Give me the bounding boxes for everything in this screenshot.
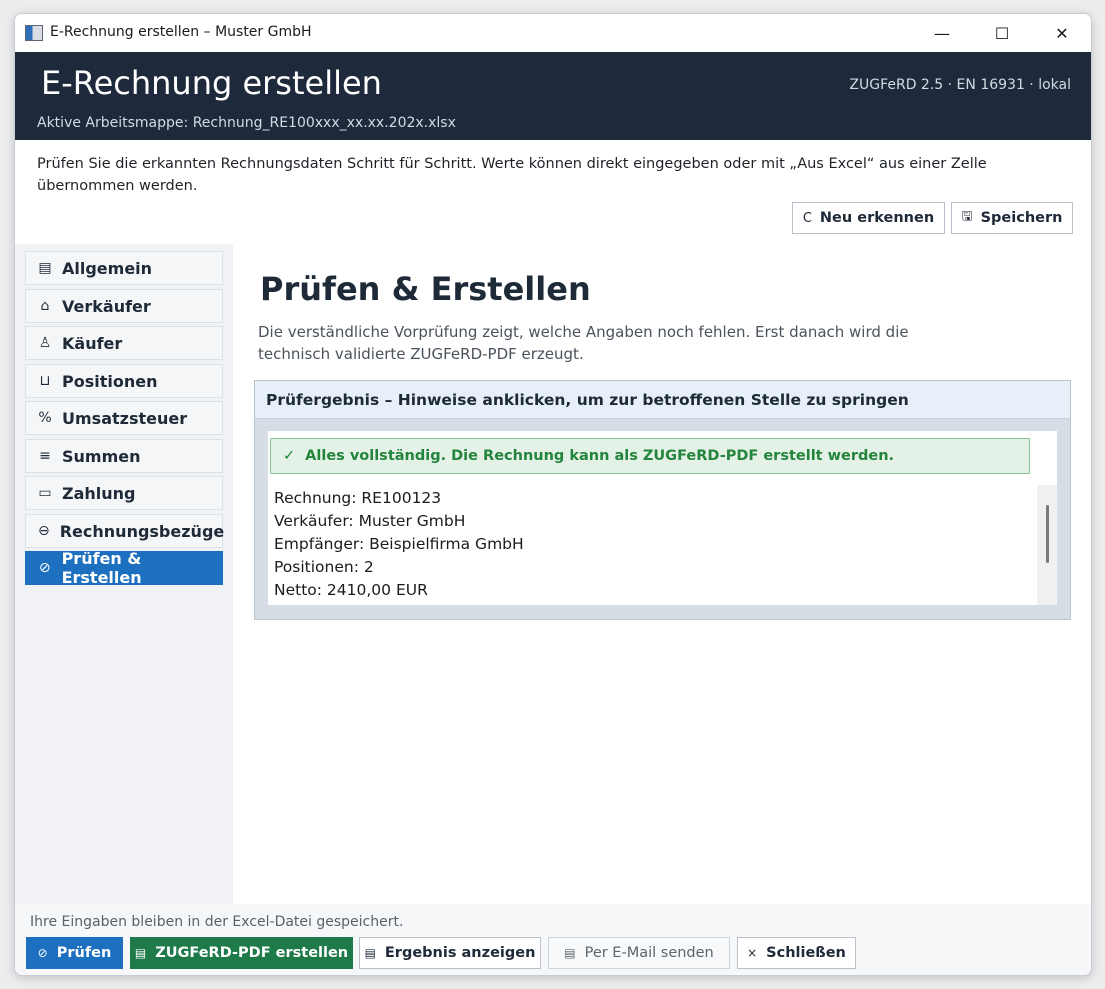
summary-line: Rechnung: RE100123 [274, 489, 442, 507]
active-workbook: Aktive Arbeitsmappe: Rechnung_RE100xxx_x… [37, 115, 456, 131]
percent-icon: % [38, 410, 52, 426]
sidebar-item-verkaeufer[interactable]: ⌂ Verkäufer [25, 289, 223, 323]
close-label: Schließen [766, 945, 846, 961]
sidebar-item-label: Prüfen & Erstellen [61, 549, 142, 587]
scrollbar[interactable] [1037, 485, 1057, 605]
maximize-icon: ☐ [994, 23, 1010, 43]
page-title: Prüfen & Erstellen [260, 270, 591, 308]
footer: Ihre Eingaben bleiben in der Excel-Datei… [15, 904, 1091, 975]
sidebar-item-label: Rechnungsbezüge [59, 521, 225, 541]
scrollbar-thumb[interactable] [1046, 505, 1049, 563]
close-icon: ✕ [1055, 23, 1069, 43]
summary-line: Empfänger: Beispielfirma GmbH [274, 535, 524, 553]
sidebar-item-label: Allgemein [62, 258, 153, 278]
footer-note: Ihre Eingaben bleiben in der Excel-Datei… [30, 914, 404, 930]
save-icon: 🖫 [961, 209, 973, 224]
cart-icon: ⊔ [39, 373, 51, 389]
email-label: Per E-Mail senden [584, 945, 714, 961]
sidebar-item-label: Summen [62, 446, 141, 466]
sidebar-item-allgemein[interactable]: ▤ Allgemein [25, 251, 223, 285]
save-label: Speichern [980, 210, 1063, 226]
email-button[interactable]: ▤ Per E-Mail senden [548, 937, 730, 969]
summary-line: Positionen: 2 [274, 558, 374, 576]
sidebar-item-pruefen-erstellen[interactable]: ⊘ Prüfen & Erstellen [25, 549, 223, 587]
store-icon: ⌂ [40, 298, 50, 314]
app-icon [25, 25, 43, 41]
link-icon: ⊖ [38, 523, 50, 539]
sidebar-item-summen[interactable]: ≡ Summen [25, 439, 223, 473]
page-description: Die verständliche Vorprüfung zeigt, welc… [258, 323, 909, 363]
minimize-button[interactable]: — [919, 16, 965, 50]
close-button[interactable]: × Schließen [737, 937, 856, 969]
minimize-icon: — [934, 23, 950, 43]
maximize-button[interactable]: ☐ [979, 16, 1025, 50]
check-circle-icon: ⊘ [38, 560, 51, 576]
summary-line: Verkäufer: Muster GmbH [274, 512, 466, 530]
show-result-label: Ergebnis anzeigen [384, 945, 536, 961]
sidebar-item-umsatzsteuer[interactable]: % Umsatzsteuer [25, 401, 223, 435]
panel-heading: Prüfergebnis – Hinweise anklicken, um zu… [255, 381, 1070, 419]
show-result-button[interactable]: ▤ Ergebnis anzeigen [359, 937, 541, 969]
sidebar-item-label: Umsatzsteuer [62, 408, 188, 428]
close-window-button[interactable]: ✕ [1039, 16, 1085, 50]
sidebar: ▤ Allgemein ⌂ Verkäufer ♙ Käufer ⊔ Posit… [15, 244, 233, 904]
check-result-panel: Prüfergebnis – Hinweise anklicken, um zu… [254, 380, 1071, 620]
create-pdf-label: ZUGFeRD-PDF erstellen [155, 945, 349, 961]
header-title: E-Rechnung erstellen [41, 64, 382, 102]
create-pdf-button[interactable]: ▤ ZUGFeRD-PDF erstellen [130, 937, 353, 969]
refresh-icon: C [802, 210, 812, 226]
card-icon: ▭ [38, 485, 52, 501]
list-icon: ≡ [39, 448, 51, 464]
check-icon: ✓ [283, 448, 296, 464]
document-icon: ▤ [38, 260, 52, 276]
invoice-summary: Rechnung: RE100123 Verkäufer: Muster Gmb… [274, 487, 524, 602]
sidebar-item-kaeufer[interactable]: ♙ Käufer [25, 326, 223, 360]
success-message[interactable]: ✓ Alles vollständig. Die Rechnung kann a… [270, 438, 1030, 474]
recognize-label: Neu erkennen [819, 210, 935, 226]
result-list: ✓ Alles vollständig. Die Rechnung kann a… [268, 431, 1057, 605]
intro-text: Prüfen Sie die erkannten Rechnungsdaten … [37, 156, 987, 194]
check-button[interactable]: ⊘ Prüfen [26, 937, 123, 969]
sidebar-item-label: Käufer [62, 333, 123, 353]
sidebar-item-label: Positionen [62, 371, 158, 391]
check-label: Prüfen [56, 945, 112, 961]
standard-info: ZUGFeRD 2.5 · EN 16931 · lokal [849, 77, 1071, 93]
sidebar-item-rechnungsbezuege[interactable]: ⊖ Rechnungsbezüge [25, 514, 225, 548]
app-window: E-Rechnung erstellen – Muster GmbH — ☐ ✕… [14, 13, 1092, 976]
document-icon: ▤ [134, 946, 147, 960]
document-icon: ▤ [364, 946, 376, 960]
save-button[interactable]: 🖫 Speichern [951, 202, 1073, 234]
success-text: Alles vollständig. Die Rechnung kann als… [305, 448, 895, 464]
close-icon: × [747, 946, 758, 960]
sidebar-item-zahlung[interactable]: ▭ Zahlung [25, 476, 223, 510]
person-icon: ♙ [38, 335, 52, 351]
sidebar-item-positionen[interactable]: ⊔ Positionen [25, 364, 223, 398]
title-bar: E-Rechnung erstellen – Muster GmbH — ☐ ✕ [15, 14, 1091, 52]
window-title: E-Rechnung erstellen – Muster GmbH [50, 24, 312, 40]
document-icon: ▤ [564, 946, 576, 960]
app-header: E-Rechnung erstellen Aktive Arbeitsmappe… [15, 52, 1091, 140]
sidebar-item-label: Verkäufer [62, 296, 151, 316]
summary-line: Netto: 2410,00 EUR [274, 581, 428, 599]
recognize-button[interactable]: C Neu erkennen [792, 202, 945, 234]
sidebar-item-label: Zahlung [62, 483, 136, 503]
check-circle-icon: ⊘ [37, 946, 48, 960]
